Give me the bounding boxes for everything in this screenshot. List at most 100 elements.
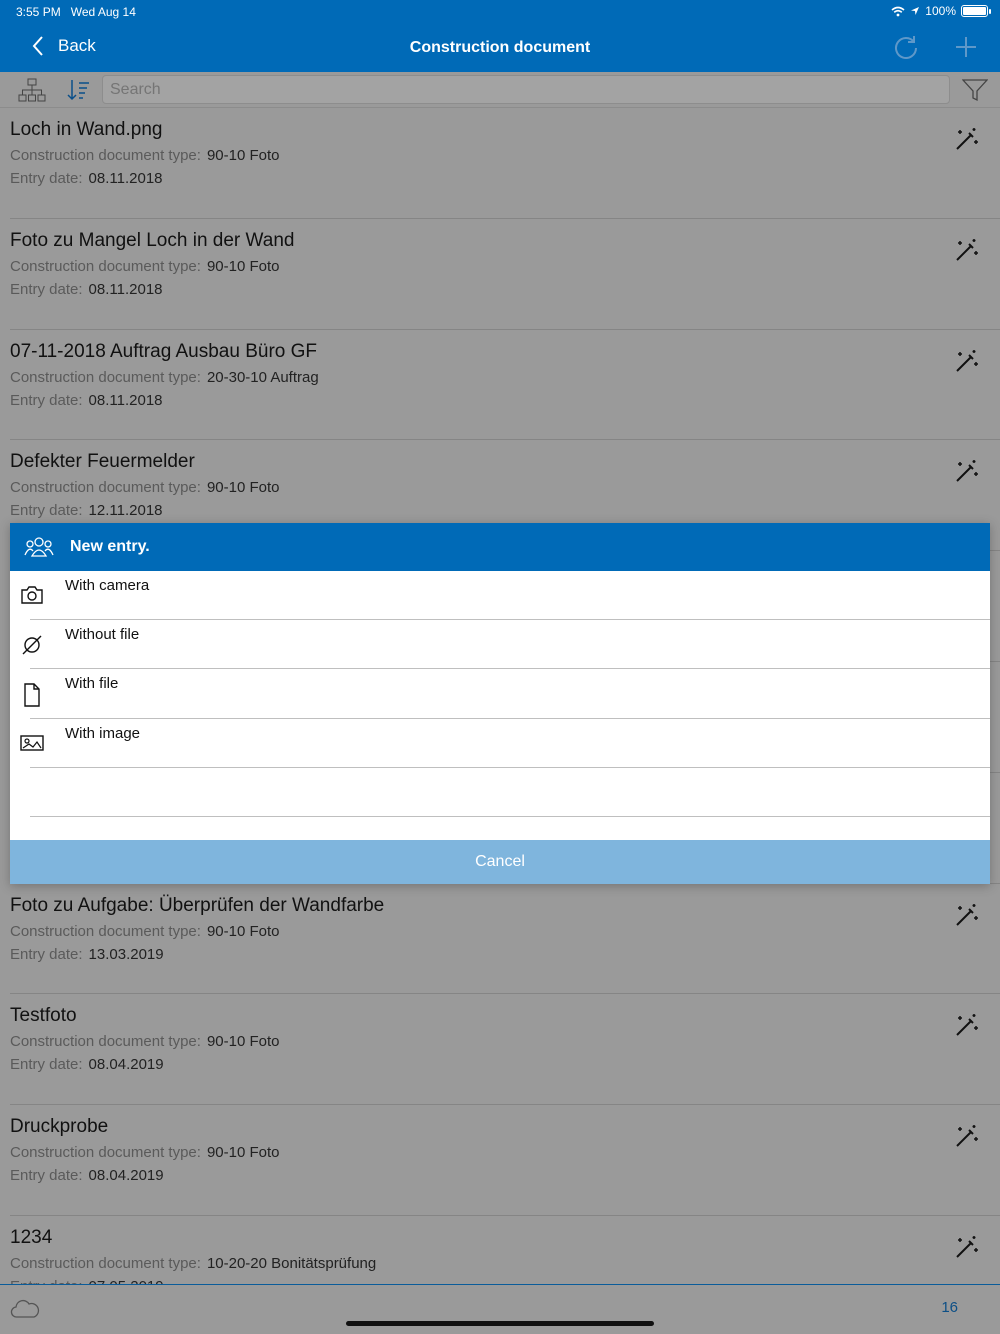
- hierarchy-icon[interactable]: [18, 78, 46, 102]
- list-item[interactable]: Foto zu Mangel Loch in der Wand Construct…: [10, 219, 1000, 330]
- entry-date-label: Entry date:: [10, 391, 83, 409]
- document-type-value: 90-10 Foto: [206, 922, 280, 940]
- entry-date-row: Entry date: 12.11.2018: [10, 502, 163, 519]
- entry-date-value: 08.04.2019: [88, 1056, 164, 1074]
- option-with-file[interactable]: With file: [10, 669, 990, 719]
- document-type-row: Construction document type: 20-30-10 Auft…: [10, 369, 319, 386]
- entry-date-value: 08.11.2018: [88, 391, 163, 409]
- empty-set-icon: [20, 634, 44, 661]
- document-type-value: 90-10 Foto: [206, 1033, 280, 1051]
- page-title: Construction document: [409, 39, 591, 56]
- toolbar: [0, 72, 1000, 108]
- cloud-icon[interactable]: [10, 1299, 40, 1319]
- sheet-title: New entry.: [70, 538, 150, 555]
- camera-icon: [20, 585, 44, 610]
- document-type-row: Construction document type: 10-20-20 Boni…: [10, 1255, 376, 1272]
- list-item[interactable]: Testfoto Construction document type: 90-10…: [10, 994, 1000, 1106]
- document-type-label: Construction document type:: [10, 1254, 201, 1272]
- entry-date-row: Entry date: 08.04.2019: [10, 1167, 164, 1184]
- entry-date-label: Entry date:: [10, 170, 83, 187]
- document-type-row: Construction document type: 90-10 Foto: [10, 1033, 279, 1050]
- document-type-value: 90-10 Foto: [206, 257, 280, 275]
- option-empty: [10, 768, 990, 817]
- entry-date-row: Entry date: 08.11.2018: [10, 281, 163, 298]
- divider: [30, 815, 990, 817]
- status-right: 100%: [891, 4, 991, 18]
- home-indicator: [346, 1321, 654, 1326]
- entry-date-label: Entry date:: [10, 502, 83, 520]
- location-icon: [911, 7, 920, 15]
- magic-wand-icon[interactable]: [954, 237, 980, 268]
- cancel-button[interactable]: Cancel: [10, 840, 990, 884]
- document-name: 1234: [10, 1226, 53, 1248]
- filter-icon[interactable]: [962, 78, 988, 102]
- option-without-file[interactable]: Without file: [10, 620, 990, 670]
- entry-date-row: Entry date: 13.03.2019: [10, 946, 164, 963]
- magic-wand-icon[interactable]: [954, 1234, 980, 1265]
- magic-wand-icon[interactable]: [954, 902, 980, 933]
- document-name: Druckprobe: [10, 1116, 109, 1138]
- document-type-value: 10-20-20 Bonitätsprüfung: [206, 1254, 377, 1272]
- document-type-row: Construction document type: 90-10 Foto: [10, 147, 279, 164]
- search-input[interactable]: [102, 75, 950, 104]
- entry-date-row: Entry date: 08.11.2018: [10, 392, 163, 409]
- magic-wand-icon[interactable]: [954, 126, 980, 157]
- navigation-bar: 3:55 PM Wed Aug 14 100% Back Constructio…: [0, 0, 1000, 72]
- new-entry-sheet: New entry. With camera Without file With f…: [10, 523, 990, 884]
- entry-date-value: 08.04.2019: [88, 1167, 164, 1185]
- document-type-label: Construction document type:: [10, 1033, 201, 1051]
- option-label: With camera: [65, 577, 150, 594]
- document-name: Defekter Feuermelder: [10, 451, 195, 473]
- list-item[interactable]: 1234 Construction document type: 10-20-20 …: [10, 1216, 1000, 1284]
- list-item[interactable]: Loch in Wand.png Construction document ty…: [10, 108, 1000, 219]
- status-time-text: 3:55 PM: [16, 5, 61, 19]
- entry-date-row: Entry date: 08.04.2019: [10, 1056, 164, 1073]
- document-type-label: Construction document type:: [10, 147, 201, 164]
- list-item[interactable]: 07-11-2018 Auftrag Ausbau Büro GF Constru…: [10, 330, 1000, 441]
- battery-icon: [961, 5, 991, 17]
- document-type-label: Construction document type:: [10, 257, 201, 275]
- sort-icon[interactable]: [66, 78, 90, 102]
- document-type-value: 90-10 Foto: [206, 479, 280, 497]
- group-icon: [24, 537, 54, 557]
- magic-wand-icon[interactable]: [954, 458, 980, 489]
- document-type-value: 20-30-10 Auftrag: [206, 368, 319, 386]
- entry-date-label: Entry date:: [10, 1167, 83, 1185]
- entry-date-label: Entry date:: [10, 280, 83, 298]
- document-name: Testfoto: [10, 1005, 77, 1027]
- entry-date-value: 08.11.2018: [88, 170, 163, 187]
- entry-date-value: 12.11.2018: [88, 502, 163, 520]
- document-name: Loch in Wand.png: [10, 119, 163, 140]
- document-name: Foto zu Aufgabe: Überprüfen der Wandfarb…: [10, 894, 385, 916]
- status-time: 3:55 PM Wed Aug 14: [16, 5, 136, 19]
- option-label: Without file: [65, 626, 140, 644]
- entry-date-value: 08.11.2018: [88, 280, 163, 298]
- magic-wand-icon[interactable]: [954, 1012, 980, 1043]
- sheet-header: New entry.: [10, 523, 990, 571]
- entry-date-label: Entry date:: [10, 1056, 83, 1074]
- refresh-icon[interactable]: [893, 34, 919, 60]
- document-type-row: Construction document type: 90-10 Foto: [10, 923, 279, 940]
- entry-date-value: 13.03.2019: [88, 945, 164, 963]
- status-date-text: Wed Aug 14: [70, 5, 136, 19]
- document-type-label: Construction document type:: [10, 479, 201, 497]
- plus-icon[interactable]: [955, 34, 977, 60]
- document-type-label: Construction document type:: [10, 922, 201, 940]
- status-bar: 3:55 PM Wed Aug 14 100%: [0, 0, 1000, 24]
- document-name: Foto zu Mangel Loch in der Wand: [10, 229, 295, 251]
- file-icon: [20, 683, 44, 712]
- entry-date-row: Entry date: 08.11.2018: [10, 170, 163, 187]
- footer-bar: 16: [0, 1284, 1000, 1334]
- option-label: With image: [65, 724, 141, 742]
- magic-wand-icon[interactable]: [954, 1123, 980, 1154]
- document-type-value: 90-10 Foto: [206, 147, 280, 164]
- list-item[interactable]: Foto zu Aufgabe: Überprüfen der Wandfarb…: [10, 884, 1000, 995]
- list-item[interactable]: Druckprobe Construction document type: 90-…: [10, 1105, 1000, 1216]
- document-name: 07-11-2018 Auftrag Ausbau Büro GF: [10, 340, 318, 362]
- document-type-label: Construction document type:: [10, 1144, 201, 1162]
- option-with-image[interactable]: With image: [10, 719, 990, 768]
- option-with-camera[interactable]: With camera: [10, 571, 990, 621]
- document-type-row: Construction document type: 90-10 Foto: [10, 258, 279, 275]
- item-count: 16: [941, 1299, 958, 1316]
- magic-wand-icon[interactable]: [954, 348, 980, 379]
